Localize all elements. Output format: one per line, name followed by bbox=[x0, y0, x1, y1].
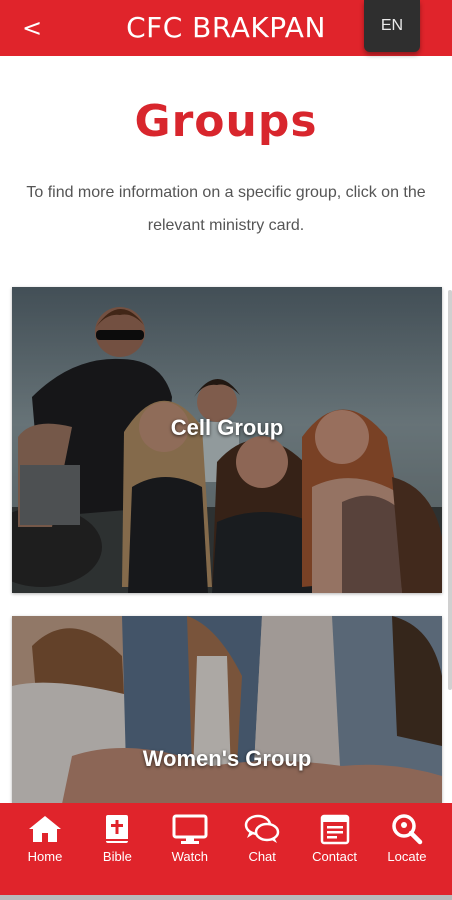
language-selector-button[interactable]: EN bbox=[364, 0, 420, 52]
group-card-cell-group[interactable]: Cell Group bbox=[12, 287, 442, 593]
system-bar-edge bbox=[0, 895, 452, 900]
nav-label: Home bbox=[27, 849, 63, 864]
top-app-bar: < CFC BRAKPAN EN bbox=[0, 0, 452, 56]
nav-item-locate[interactable]: Locate bbox=[372, 813, 442, 895]
nav-label: Bible bbox=[102, 849, 132, 864]
nav-label: Watch bbox=[171, 849, 208, 864]
nav-item-home[interactable]: Home bbox=[10, 813, 80, 895]
contact-card-icon bbox=[320, 814, 349, 845]
nav-item-chat[interactable]: Chat bbox=[227, 813, 297, 895]
nav-label: Chat bbox=[248, 849, 276, 864]
nav-label: Locate bbox=[387, 849, 427, 864]
card-overlay bbox=[12, 616, 442, 804]
card-title: Women's Group bbox=[142, 746, 312, 771]
nav-item-bible[interactable]: Bible bbox=[82, 813, 152, 895]
monitor-icon bbox=[172, 814, 208, 844]
nav-label: Contact bbox=[312, 849, 357, 864]
scrollbar[interactable] bbox=[448, 290, 452, 690]
chat-icon bbox=[244, 814, 280, 843]
bible-icon bbox=[106, 815, 129, 843]
back-button[interactable]: < bbox=[20, 12, 44, 44]
home-icon bbox=[29, 816, 61, 842]
map-search-icon bbox=[392, 814, 423, 845]
app-title: CFC BRAKPAN bbox=[126, 11, 326, 44]
page-title: Groups bbox=[134, 96, 318, 147]
intro-text: To find more information on a specific g… bbox=[26, 184, 426, 234]
group-card-womens-group[interactable]: Women's Group bbox=[12, 616, 442, 804]
nav-item-watch[interactable]: Watch bbox=[155, 813, 225, 895]
bottom-navigation: Home Bible Watch Chat Contact Locate bbox=[0, 803, 452, 895]
nav-item-contact[interactable]: Contact bbox=[300, 813, 370, 895]
card-title: Cell Group bbox=[170, 415, 284, 440]
